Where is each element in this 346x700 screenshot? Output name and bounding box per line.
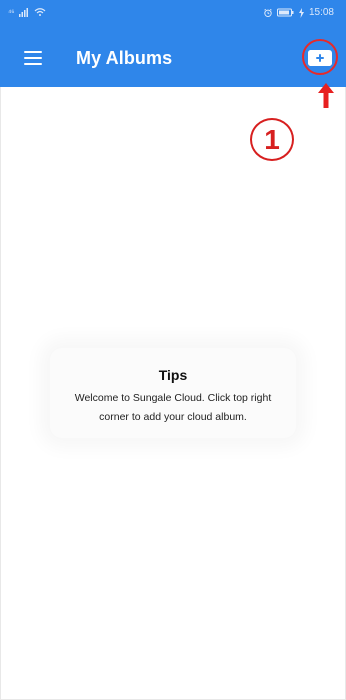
hamburger-menu-line: [24, 57, 42, 59]
my-albums-screen: ⁴⁶ 15:08 My Albums 1 Tips Welcome to Sun…: [0, 0, 346, 700]
hamburger-menu-icon: [24, 51, 42, 53]
up-arrow-icon: [318, 83, 334, 108]
page-title: My Albums: [76, 48, 173, 68]
status-left-group: ⁴⁶: [8, 7, 46, 17]
wifi-icon: [34, 8, 46, 16]
signal-label: ⁴⁶: [8, 7, 15, 17]
tips-message: Welcome to Sungale Cloud. Click top righ…: [74, 392, 272, 423]
charging-icon: [298, 7, 304, 18]
battery-icon: [276, 8, 294, 17]
status-bar: ⁴⁶ 15:08: [0, 0, 346, 30]
signal-icon: [19, 8, 29, 17]
add-album-button[interactable]: [308, 50, 332, 66]
add-album-icon: [308, 50, 332, 66]
menu-button[interactable]: [24, 50, 44, 68]
add-album-highlight: [302, 39, 342, 78]
tips-title: Tips: [158, 367, 188, 383]
status-right-group: 15:08: [263, 7, 334, 18]
hamburger-menu-line: [24, 63, 42, 65]
tips-card: Tips Welcome to Sungale Cloud. Click top…: [50, 348, 296, 438]
alarm-icon: [264, 8, 272, 17]
app-bar: My Albums: [0, 30, 346, 87]
step-number-badge: 1: [250, 118, 294, 161]
status-time: 15:08: [308, 7, 334, 18]
